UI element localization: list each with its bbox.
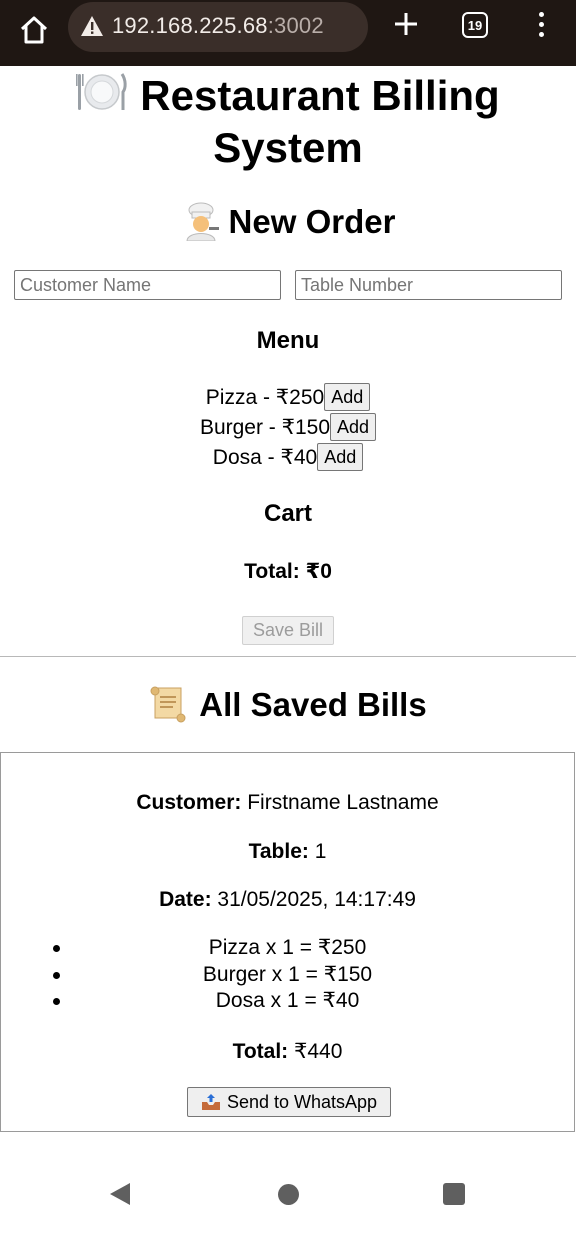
bill-total-label: Total: (232, 1040, 289, 1063)
bill-item-text: Pizza x 1 = ₹250 (208, 936, 367, 959)
save-bill-button[interactable]: Save Bill (242, 616, 334, 645)
scroll-icon (150, 686, 186, 723)
add-pizza-button[interactable]: Add (324, 383, 371, 411)
list-item: Pizza x 1 = ₹250 (1, 935, 574, 962)
bill-items-list: Pizza x 1 = ₹250 Burger x 1 = ₹150 Dosa … (1, 935, 574, 1015)
tab-switcher-button[interactable]: 19 (462, 12, 488, 38)
menu-heading: Menu (256, 327, 320, 354)
chef-icon (186, 202, 219, 242)
back-icon[interactable] (108, 1181, 132, 1207)
cart-total-value: ₹0 (305, 560, 332, 583)
home-nav-icon[interactable] (278, 1184, 299, 1205)
tab-count: 19 (467, 17, 483, 33)
send-whatsapp-button[interactable]: Send to WhatsApp (187, 1087, 391, 1117)
add-burger-button[interactable]: Add (330, 413, 377, 441)
new-tab-icon[interactable] (392, 10, 420, 38)
bullet-icon (53, 945, 60, 952)
page-title: Restaurant Billing System (0, 70, 576, 174)
bill-total-value: ₹440 (294, 1040, 343, 1063)
bill-customer: Customer: Firstname Lastname (1, 791, 574, 815)
url-host: 192.168.225.68 (112, 13, 268, 38)
section-divider (0, 656, 576, 657)
saved-bills-heading-text: All Saved Bills (199, 686, 427, 723)
menu-item: Dosa - ₹40 Add (0, 442, 576, 472)
title-line-2: System (213, 124, 363, 171)
bill-table-label: Table: (248, 840, 309, 863)
saved-bills-heading: All Saved Bills (0, 683, 576, 727)
title-line-1: Restaurant Billing (140, 72, 500, 119)
bill-date-label: Date: (159, 888, 212, 911)
plate-cutlery-icon (76, 73, 127, 110)
bill-customer-label: Customer: (136, 791, 242, 814)
menu-list: Pizza - ₹250 Add Burger - ₹150 Add Dosa … (0, 382, 576, 472)
list-item: Burger x 1 = ₹150 (1, 962, 574, 989)
customer-name-input[interactable] (14, 270, 281, 300)
bill-date-value: 31/05/2025, 14:17:49 (217, 888, 416, 911)
cart-total-label: Total: (244, 560, 300, 583)
order-inputs (14, 270, 562, 300)
bullet-icon (53, 971, 60, 979)
address-bar[interactable]: 192.168.225.68:3002 (68, 2, 368, 52)
menu-item-label: Dosa - ₹40 (212, 445, 318, 469)
cart-heading: Cart (263, 500, 312, 527)
menu-item: Burger - ₹150 Add (0, 412, 576, 442)
add-dosa-button[interactable]: Add (317, 443, 364, 471)
bill-item-text: Dosa x 1 = ₹40 (215, 989, 360, 1012)
send-whatsapp-label: Send to WhatsApp (226, 1091, 378, 1112)
table-number-input[interactable] (295, 270, 562, 300)
system-navigation-bar (0, 1150, 576, 1236)
new-order-heading-text: New Order (228, 203, 396, 240)
url-port: :3002 (267, 13, 324, 38)
save-bill-wrapper: Save Bill (0, 616, 576, 645)
recent-apps-icon[interactable] (443, 1183, 465, 1205)
saved-bill-card: Customer: Firstname Lastname Table: 1 Da… (0, 752, 575, 1132)
outbox-tray-icon (201, 1094, 220, 1110)
bullet-icon (53, 998, 60, 1005)
bill-table-value: 1 (314, 840, 327, 863)
list-item: Dosa x 1 = ₹40 (1, 988, 574, 1015)
bill-item-text: Burger x 1 = ₹150 (202, 962, 373, 986)
bill-customer-value: Firstname Lastname (247, 791, 439, 814)
browser-toolbar: 192.168.225.68:3002 19 (0, 0, 576, 66)
home-icon[interactable] (18, 14, 50, 46)
overflow-menu-icon[interactable] (538, 12, 546, 38)
url-text[interactable]: 192.168.225.68:3002 (112, 13, 324, 39)
bill-table: Table: 1 (1, 840, 574, 864)
menu-item-label: Burger - ₹150 (199, 415, 331, 439)
bill-date: Date: 31/05/2025, 14:17:49 (1, 888, 574, 912)
new-order-heading: New Order (0, 200, 576, 244)
cart-total: Total: ₹0 (0, 559, 576, 585)
menu-item: Pizza - ₹250 Add (0, 382, 576, 412)
menu-item-label: Pizza - ₹250 (205, 385, 325, 409)
bill-total: Total: ₹440 (1, 1039, 574, 1064)
warning-icon[interactable] (80, 15, 104, 37)
